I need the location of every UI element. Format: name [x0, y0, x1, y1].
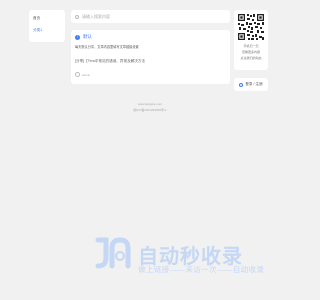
main-content-card: ! 默认 每天默认分享，文章内容里填写文章链接设置 [分享]【Tera中常见的错… — [71, 30, 230, 84]
qr-caption-line-1: 手机扫一扫 — [243, 44, 259, 48]
footer-domain[interactable]: www.tangsite.com — [0, 102, 300, 106]
watermark-subtitle: 做上链接——来访一次——自动收录 — [138, 265, 265, 274]
search-bar[interactable]: 请输入搜索内容 — [71, 10, 230, 23]
search-input[interactable]: 请输入搜索内容 — [82, 14, 110, 20]
qr-caption-line-3: 关注我们的动态 — [240, 56, 262, 60]
site-logo-icon — [95, 237, 131, 269]
sidebar-nav: 首页 分类1 — [29, 10, 65, 42]
search-icon — [75, 14, 79, 19]
notice-header: ! 默认 — [75, 34, 92, 40]
qr-code-icon — [237, 13, 265, 41]
author-row: admin — [75, 72, 90, 77]
sidebar-item-home[interactable]: 首页 — [29, 12, 65, 24]
qr-card: 手机扫一扫 查看更多内容 关注我们的动态 — [234, 10, 268, 70]
notice-title: 默认 — [83, 34, 92, 39]
author-label: admin — [82, 72, 91, 77]
sidebar-item-category-1[interactable]: 分类1 — [29, 24, 65, 36]
qr-caption-line-2: 查看更多内容 — [241, 50, 260, 54]
login-button[interactable]: 登录 / 注册 — [234, 78, 268, 91]
watermark: 自动秒收录 做上链接——来访一次——自动收录 — [92, 236, 282, 278]
notice-text: 每天默认分享，文章内容里填写文章链接设置 — [75, 45, 139, 49]
shared-article-link[interactable]: [分享]【Tera中常见的错误、异常及解决方法 — [75, 59, 145, 64]
login-label: 登录 / 注册 — [245, 82, 263, 86]
footer-icp[interactable]: 闽ICP备2021064595号-1 — [0, 108, 300, 112]
user-icon — [75, 72, 80, 77]
login-icon — [239, 82, 244, 87]
info-icon: ! — [75, 34, 80, 40]
